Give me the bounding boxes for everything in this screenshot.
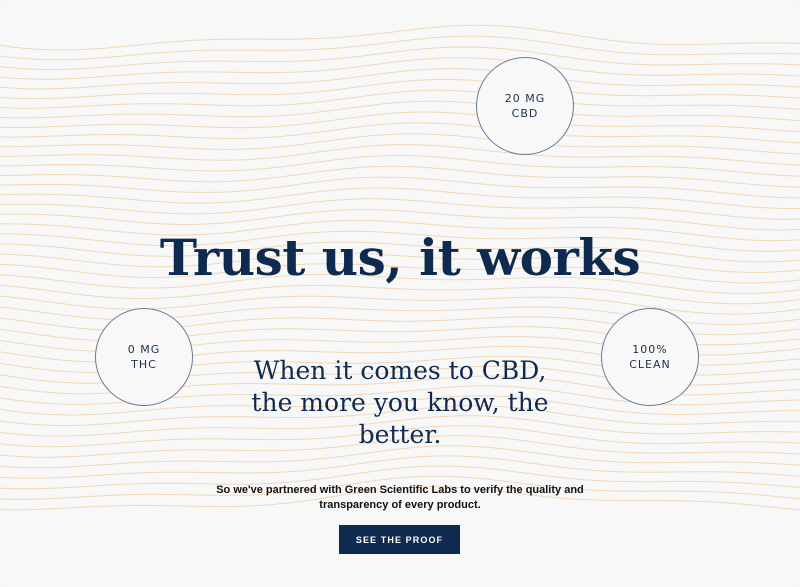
wave-line	[0, 455, 800, 479]
see-the-proof-button[interactable]: SEE THE PROOF	[339, 525, 460, 554]
badge-clean-amount: 100%	[632, 343, 668, 356]
badge-thc: 0 MG THC	[95, 308, 193, 406]
wave-line	[0, 154, 800, 177]
wave-line	[0, 284, 800, 305]
badge-cbd-amount: 20 MG	[504, 92, 546, 105]
wave-line	[0, 78, 800, 100]
wave-line	[0, 209, 800, 231]
wave-line	[0, 165, 800, 188]
wave-line	[0, 89, 800, 110]
wave-line	[0, 198, 800, 220]
badge-thc-amount: 0 MG	[127, 343, 161, 356]
wave-line	[0, 133, 800, 155]
badge-cbd-label: CBD	[511, 107, 539, 120]
wave-line	[0, 46, 800, 70]
hero-subhead: When it comes to CBD, the more you know,…	[251, 356, 549, 449]
wave-line	[0, 187, 800, 210]
wave-line	[0, 295, 800, 315]
badge-cbd: 20 MG CBD	[476, 57, 574, 155]
hero-section: 20 MG CBD 0 MG THC 100% CLEAN Trust us, …	[0, 0, 800, 587]
badge-clean: 100% CLEAN	[601, 308, 699, 406]
wave-line	[0, 24, 800, 51]
wave-line	[0, 35, 800, 61]
wave-line	[0, 111, 800, 133]
wave-line	[0, 176, 800, 199]
badge-thc-label: THC	[131, 358, 157, 371]
hero-headline: Trust us, it works	[159, 228, 641, 287]
wave-line	[0, 68, 800, 90]
badge-clean-label: CLEAN	[629, 358, 671, 371]
hero-description: So we've partnered with Green Scientific…	[216, 484, 584, 511]
wave-line	[0, 57, 800, 80]
